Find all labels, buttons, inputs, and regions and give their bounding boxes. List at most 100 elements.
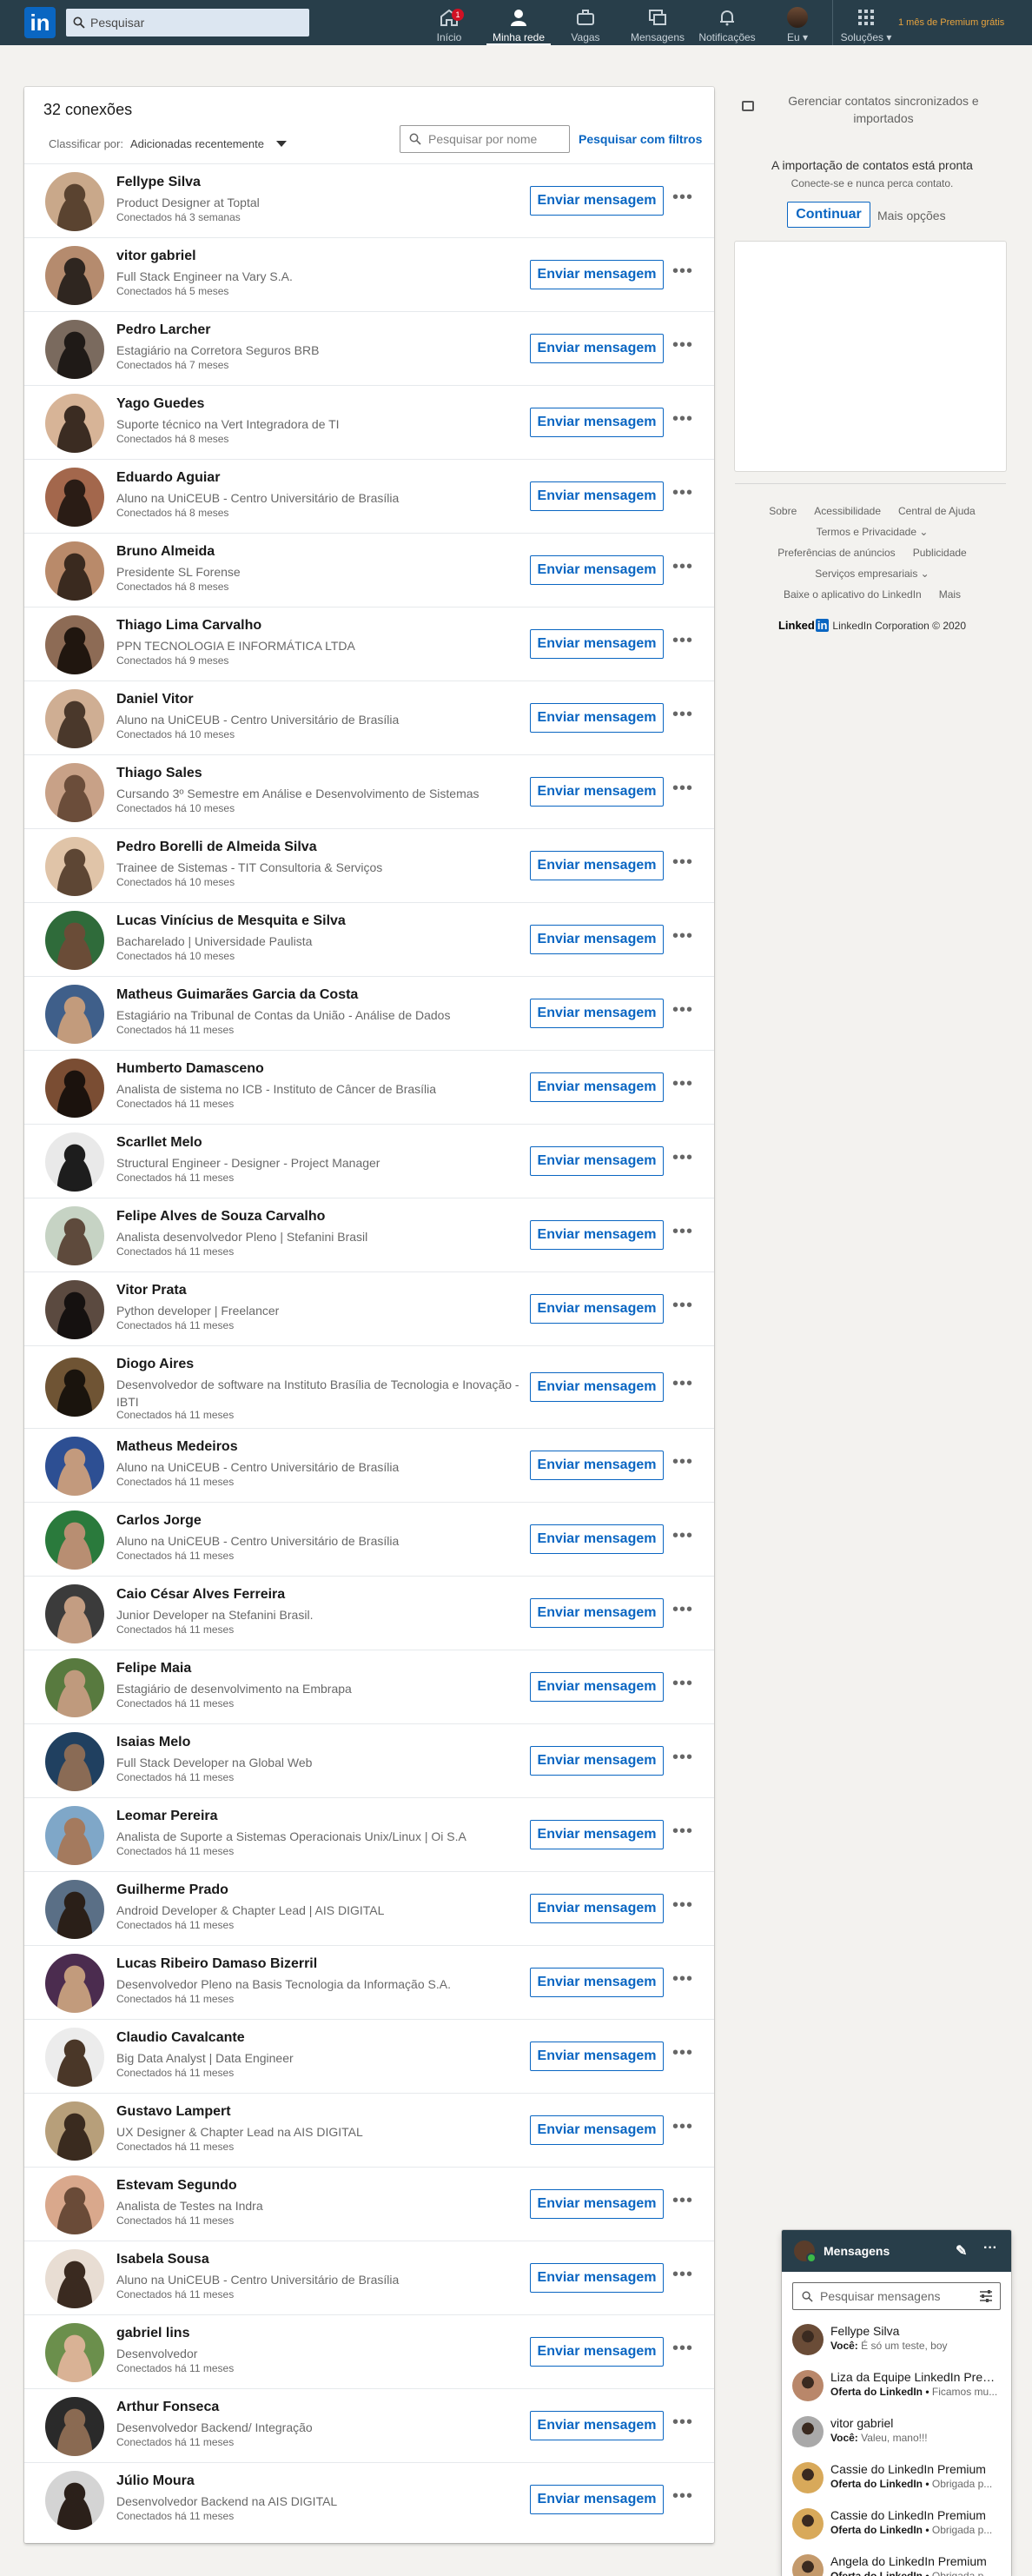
avatar[interactable]	[45, 1880, 104, 1939]
more-icon[interactable]: •••	[672, 1822, 693, 1842]
more-icon[interactable]: •••	[672, 1600, 693, 1620]
more-icon[interactable]: •••	[672, 188, 693, 208]
more-icon[interactable]: •••	[672, 1148, 693, 1168]
avatar[interactable]	[45, 1510, 104, 1570]
avatar[interactable]	[45, 1132, 104, 1192]
send-message-button[interactable]: Enviar mensagem	[530, 851, 664, 880]
more-icon[interactable]: •••	[672, 1222, 693, 1242]
send-message-button[interactable]: Enviar mensagem	[530, 1451, 664, 1480]
connection-name[interactable]: Eduardo Aguiar	[116, 470, 220, 486]
send-message-button[interactable]: Enviar mensagem	[530, 1672, 664, 1702]
conversation-item[interactable]: Cassie do LinkedIn Premium Oferta do Lin…	[782, 2501, 1011, 2547]
avatar[interactable]	[45, 1437, 104, 1496]
avatar[interactable]	[45, 689, 104, 748]
connection-name[interactable]: Thiago Sales	[116, 766, 202, 781]
avatar[interactable]	[45, 1806, 104, 1865]
connection-name[interactable]: Lucas Ribeiro Damaso Bizerril	[116, 1956, 317, 1972]
more-icon[interactable]: •••	[672, 2265, 693, 2285]
send-message-button[interactable]: Enviar mensagem	[530, 1746, 664, 1776]
more-icon[interactable]: •••	[672, 1748, 693, 1768]
more-icon[interactable]: •••	[672, 1074, 693, 1094]
footer-link[interactable]: Sobre	[769, 505, 797, 517]
avatar[interactable]	[45, 468, 104, 527]
send-message-button[interactable]: Enviar mensagem	[530, 2115, 664, 2145]
send-message-button[interactable]: Enviar mensagem	[530, 1146, 664, 1176]
send-message-button[interactable]: Enviar mensagem	[530, 925, 664, 954]
more-icon[interactable]: •••	[672, 2486, 693, 2506]
footer-link[interactable]: Acessibilidade	[814, 505, 881, 517]
avatar[interactable]	[45, 1658, 104, 1717]
connection-name[interactable]: Claudio Cavalcante	[116, 2030, 245, 2046]
connection-name[interactable]: Thiago Lima Carvalho	[116, 618, 261, 634]
avatar[interactable]	[45, 394, 104, 453]
avatar[interactable]	[45, 1206, 104, 1265]
more-icon[interactable]: •••	[672, 2413, 693, 2433]
nav-my-network[interactable]: Minha rede	[486, 3, 551, 45]
connection-name[interactable]: Fellype Silva	[116, 175, 201, 190]
connection-name[interactable]: Vitor Prata	[116, 1283, 187, 1298]
conversation-item[interactable]: Angela do LinkedIn Premium Oferta do Lin…	[782, 2547, 1011, 2576]
send-message-button[interactable]: Enviar mensagem	[530, 2042, 664, 2071]
nav-messaging[interactable]: Mensagens	[627, 3, 688, 45]
more-icon[interactable]: •••	[672, 1452, 693, 1472]
send-message-button[interactable]: Enviar mensagem	[530, 1524, 664, 1554]
avatar[interactable]	[45, 2028, 104, 2087]
more-icon[interactable]: •••	[672, 1374, 693, 1394]
send-message-button[interactable]: Enviar mensagem	[530, 999, 664, 1028]
send-message-button[interactable]: Enviar mensagem	[530, 1598, 664, 1628]
footer-link[interactable]: Central de Ajuda	[898, 505, 976, 517]
more-icon[interactable]: •••	[672, 557, 693, 577]
more-icon[interactable]: •••	[672, 335, 693, 355]
send-message-button[interactable]: Enviar mensagem	[530, 1294, 664, 1324]
avatar[interactable]	[45, 2249, 104, 2308]
conversation-item[interactable]: Fellype Silva Você: É só um teste, boy	[782, 2317, 1011, 2363]
messages-search-input[interactable]: Pesquisar mensagens	[792, 2282, 1001, 2310]
connection-name[interactable]: Isaias Melo	[116, 1735, 190, 1750]
avatar[interactable]	[45, 1954, 104, 2013]
avatar[interactable]	[45, 320, 104, 379]
send-message-button[interactable]: Enviar mensagem	[530, 1072, 664, 1102]
more-icon[interactable]: •••	[672, 1296, 693, 1316]
avatar[interactable]	[45, 2397, 104, 2456]
send-message-button[interactable]: Enviar mensagem	[530, 777, 664, 807]
more-icon[interactable]: •••	[672, 262, 693, 282]
send-message-button[interactable]: Enviar mensagem	[530, 2411, 664, 2440]
footer-link[interactable]: Serviços empresariais ⌄	[815, 568, 929, 580]
send-message-button[interactable]: Enviar mensagem	[530, 408, 664, 437]
footer-link[interactable]: Termos e Privacidade ⌄	[817, 526, 929, 538]
more-icon[interactable]: •••	[672, 2043, 693, 2063]
nav-solutions[interactable]: Soluções ▾	[836, 3, 896, 45]
avatar[interactable]	[45, 1732, 104, 1791]
more-icon[interactable]: •••	[672, 705, 693, 725]
premium-trial-link[interactable]: 1 mês de Premium grátis	[898, 17, 1004, 28]
avatar[interactable]	[45, 837, 104, 896]
more-icon[interactable]: •••	[672, 631, 693, 651]
avatar[interactable]	[45, 911, 104, 970]
messaging-header[interactable]: Mensagens ✎ ···	[782, 2230, 1011, 2272]
conversation-item[interactable]: Liza da Equipe LinkedIn Premium Oferta d…	[782, 2363, 1011, 2409]
more-icon[interactable]: •••	[672, 2117, 693, 2137]
connection-name[interactable]: Felipe Alves de Souza Carvalho	[116, 1209, 325, 1225]
send-message-button[interactable]: Enviar mensagem	[530, 481, 664, 511]
send-message-button[interactable]: Enviar mensagem	[530, 555, 664, 585]
conversation-item[interactable]: vitor gabriel Você: Valeu, mano!!!	[782, 2409, 1011, 2455]
more-icon[interactable]: •••	[672, 853, 693, 873]
more-icon[interactable]: ···	[983, 2241, 997, 2256]
avatar[interactable]	[45, 541, 104, 601]
linkedin-logo[interactable]: in	[24, 7, 56, 38]
connection-name[interactable]: Scarllet Melo	[116, 1135, 202, 1151]
connection-name[interactable]: Yago Guedes	[116, 396, 204, 412]
connection-name[interactable]: Gustavo Lampert	[116, 2104, 231, 2120]
connection-name[interactable]: Pedro Borelli de Almeida Silva	[116, 840, 317, 855]
send-message-button[interactable]: Enviar mensagem	[530, 703, 664, 733]
avatar[interactable]	[45, 2175, 104, 2234]
avatar[interactable]	[45, 2101, 104, 2161]
send-message-button[interactable]: Enviar mensagem	[530, 629, 664, 659]
connection-name[interactable]: Arthur Fonseca	[116, 2400, 219, 2415]
search-with-filters-link[interactable]: Pesquisar com filtros	[579, 132, 702, 146]
connection-name[interactable]: Estevam Segundo	[116, 2178, 237, 2194]
nav-home[interactable]: 1 Início	[429, 3, 469, 45]
conversation-item[interactable]: Cassie do LinkedIn Premium Oferta do Lin…	[782, 2455, 1011, 2501]
send-message-button[interactable]: Enviar mensagem	[530, 1894, 664, 1923]
connection-name[interactable]: Matheus Medeiros	[116, 1439, 238, 1455]
